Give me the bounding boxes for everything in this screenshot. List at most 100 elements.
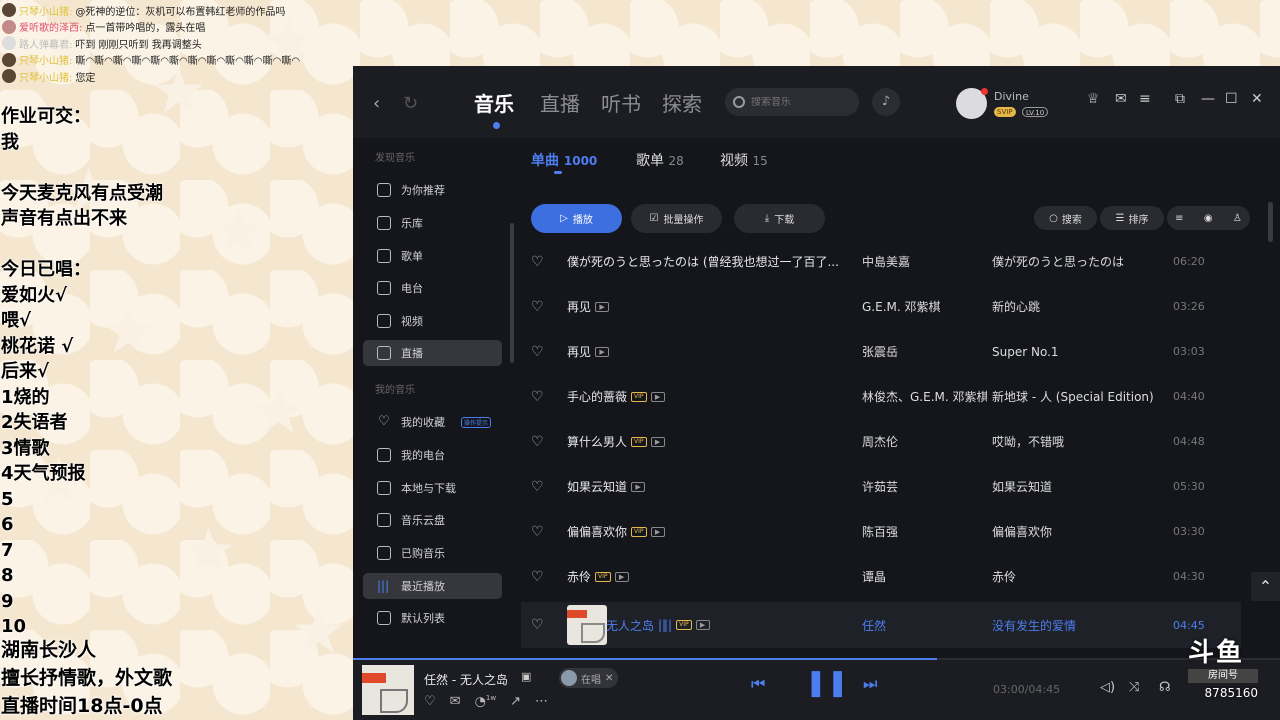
headphone-icon[interactable]: ☊ [1159,680,1171,695]
mv-icon[interactable]: ▶ [650,526,665,537]
batch-operation-button[interactable]: ☑ 批量操作 [631,204,722,233]
song-album[interactable]: 如果云知道 [992,478,1172,495]
sidebar-scrollbar[interactable] [510,223,514,363]
heart-icon[interactable]: ♡ [531,617,544,633]
song-row[interactable]: ♡ 再见 ▶ G.E.M. 邓紫棋 新的心跳 03:26 [521,284,1241,329]
voice-search-icon[interactable]: ♪ [872,88,900,116]
song-row-playing[interactable]: ♡ 无人之岛 |‖| VIP ▶ 任然 没有发生的爱情 04:45 [521,602,1241,648]
heart-icon[interactable]: ♡ [531,344,544,360]
list-scrollbar[interactable] [1268,202,1273,242]
song-artist[interactable]: 张震岳 [862,343,987,360]
tab-songs[interactable]: 单曲 1000 [531,150,597,170]
close-icon[interactable]: ✕ [1251,91,1263,107]
locate-icon[interactable]: ◉ [1204,213,1213,224]
comment-icon[interactable]: ◔1w [475,694,497,709]
song-row[interactable]: ♡ 如果云知道 ▶ 许茹芸 如果云知道 05:30 [521,464,1241,509]
sidebar-item-my-radio[interactable]: 我的电台 [363,442,502,468]
heart-icon[interactable]: ♡ [531,479,544,495]
song-artist[interactable]: 中島美嘉 [862,253,987,270]
heart-icon[interactable]: ♡ [424,694,436,709]
shuffle-icon[interactable]: ⤨ [1129,680,1139,695]
now-playing-cover[interactable] [362,665,414,715]
volume-icon[interactable]: ◁) [1100,680,1115,695]
song-row[interactable]: ♡ 算什么男人 VIP ▶ 周杰伦 哎呦，不错哦 04:48 [521,419,1241,464]
sidebar-item-favorites[interactable]: ♡ 我的收藏 操作提示 [363,409,502,435]
gift-icon[interactable]: ✉ [450,694,461,709]
song-artist[interactable]: G.E.M. 邓紫棋 [862,298,987,315]
next-icon[interactable]: ⏭ [863,674,877,694]
tab-live[interactable]: 直播 [540,88,580,117]
heart-icon[interactable]: ♡ [531,569,544,585]
tab-videos[interactable]: 视频 15 [720,150,768,170]
maximize-icon[interactable]: ☐ [1225,91,1238,107]
song-row[interactable]: ♡ 赤伶 VIP ▶ 谭晶 赤伶 04:30 [521,554,1241,599]
heart-icon[interactable]: ♡ [531,434,544,450]
menu-icon[interactable]: ≡ [1139,91,1151,107]
download-button[interactable]: ⤓ 下载 [734,204,825,233]
heart-icon[interactable]: ♡ [531,299,544,315]
user-avatar[interactable] [956,88,988,119]
mv-icon[interactable]: ▣ [521,670,531,683]
song-artist[interactable]: 谭晶 [862,568,987,585]
sidebar-item-purchased[interactable]: 已购音乐 [363,540,502,566]
sidebar-item-live[interactable]: 直播 [363,340,502,366]
heart-icon[interactable]: ♡ [531,254,544,270]
song-album[interactable]: Super No.1 [992,345,1172,359]
song-artist[interactable]: 周杰伦 [862,433,987,450]
song-album[interactable]: 新地球 - 人 (Special Edition) [992,388,1172,405]
song-artist[interactable]: 林俊杰、G.E.M. 邓紫棋 [862,388,987,405]
play-all-button[interactable]: ▷ 播放 [531,204,622,233]
tab-explore[interactable]: 探索 [662,88,702,117]
back-icon[interactable]: ‹ [373,93,380,114]
sidebar-item-local-download[interactable]: 本地与下载 [363,475,502,501]
skin-icon[interactable]: ♕ [1087,91,1100,107]
sidebar-item-radio[interactable]: 电台 [363,275,502,301]
sidebar-item-cloud[interactable]: 音乐云盘 [363,507,502,533]
share-icon[interactable]: ↗ [510,694,521,709]
pause-icon[interactable]: ❚❚ [805,668,849,698]
mv-icon[interactable]: ▶ [650,391,665,402]
singing-chip[interactable]: 在唱 ✕ [559,668,619,688]
username[interactable]: Divine [994,90,1029,103]
search-box[interactable] [725,88,859,116]
song-artist[interactable]: 陈百强 [862,523,987,540]
mv-icon[interactable]: ▶ [695,620,710,630]
refresh-icon[interactable]: ↻ [403,93,418,114]
sort-button[interactable]: ☰ 排序 [1100,206,1164,230]
song-row[interactable]: ♡ 偏偏喜欢你 VIP ▶ 陈百强 偏偏喜欢你 03:30 [521,509,1241,554]
mv-icon[interactable]: ▶ [595,301,610,312]
song-album[interactable]: 僕が死のうと思ったのは [992,253,1172,270]
tab-playlists[interactable]: 歌单 28 [636,150,684,170]
mv-icon[interactable]: ▶ [650,436,665,447]
song-album[interactable]: 新的心跳 [992,298,1172,315]
sidebar-item-library[interactable]: 乐库 [363,210,502,236]
heart-icon[interactable]: ♡ [531,389,544,405]
sidebar-item-default-list[interactable]: 默认列表 [363,605,502,631]
close-icon[interactable]: ✕ [605,673,613,684]
list-view-icon[interactable]: ≡ [1175,213,1183,224]
sidebar-item-playlists[interactable]: 歌单 [363,243,502,269]
sidebar-item-recent[interactable]: ||| 最近播放 [363,573,502,599]
mini-mode-icon[interactable]: ⧉ [1175,91,1185,107]
tab-music[interactable]: 音乐 [474,88,514,117]
tab-audiobook[interactable]: 听书 [601,88,641,117]
heart-icon[interactable]: ♡ [531,524,544,540]
song-album[interactable]: 哎呦，不错哦 [992,433,1172,450]
song-artist[interactable]: 任然 [862,617,987,634]
search-input[interactable] [751,96,841,108]
previous-icon[interactable]: ⏮ [751,674,765,694]
song-artist[interactable]: 许茹芸 [862,478,987,495]
mail-icon[interactable]: ✉ [1115,91,1127,107]
now-playing-title[interactable]: 任然 - 无人之岛 [424,671,508,688]
minimize-icon[interactable]: — [1201,91,1215,107]
sidebar-item-recommend[interactable]: 为你推荐 [363,177,502,203]
mv-icon[interactable]: ▶ [631,481,646,492]
list-search-button[interactable]: ○ 搜索 [1034,206,1097,230]
scroll-to-top-icon[interactable]: ⌃ [1251,572,1280,601]
song-album[interactable]: 没有发生的爱情 [992,617,1172,634]
song-album[interactable]: 偏偏喜欢你 [992,523,1172,540]
song-row[interactable]: ♡ 手心的蔷薇 VIP ▶ 林俊杰、G.E.M. 邓紫棋 新地球 - 人 (Spec… [521,374,1241,419]
more-icon[interactable]: ⋯ [535,694,548,709]
song-album[interactable]: 赤伶 [992,568,1172,585]
song-row[interactable]: ♡ 僕が死のうと思ったのは (曾经我也想过一了百了... 中島美嘉 僕が死のうと… [521,239,1241,284]
